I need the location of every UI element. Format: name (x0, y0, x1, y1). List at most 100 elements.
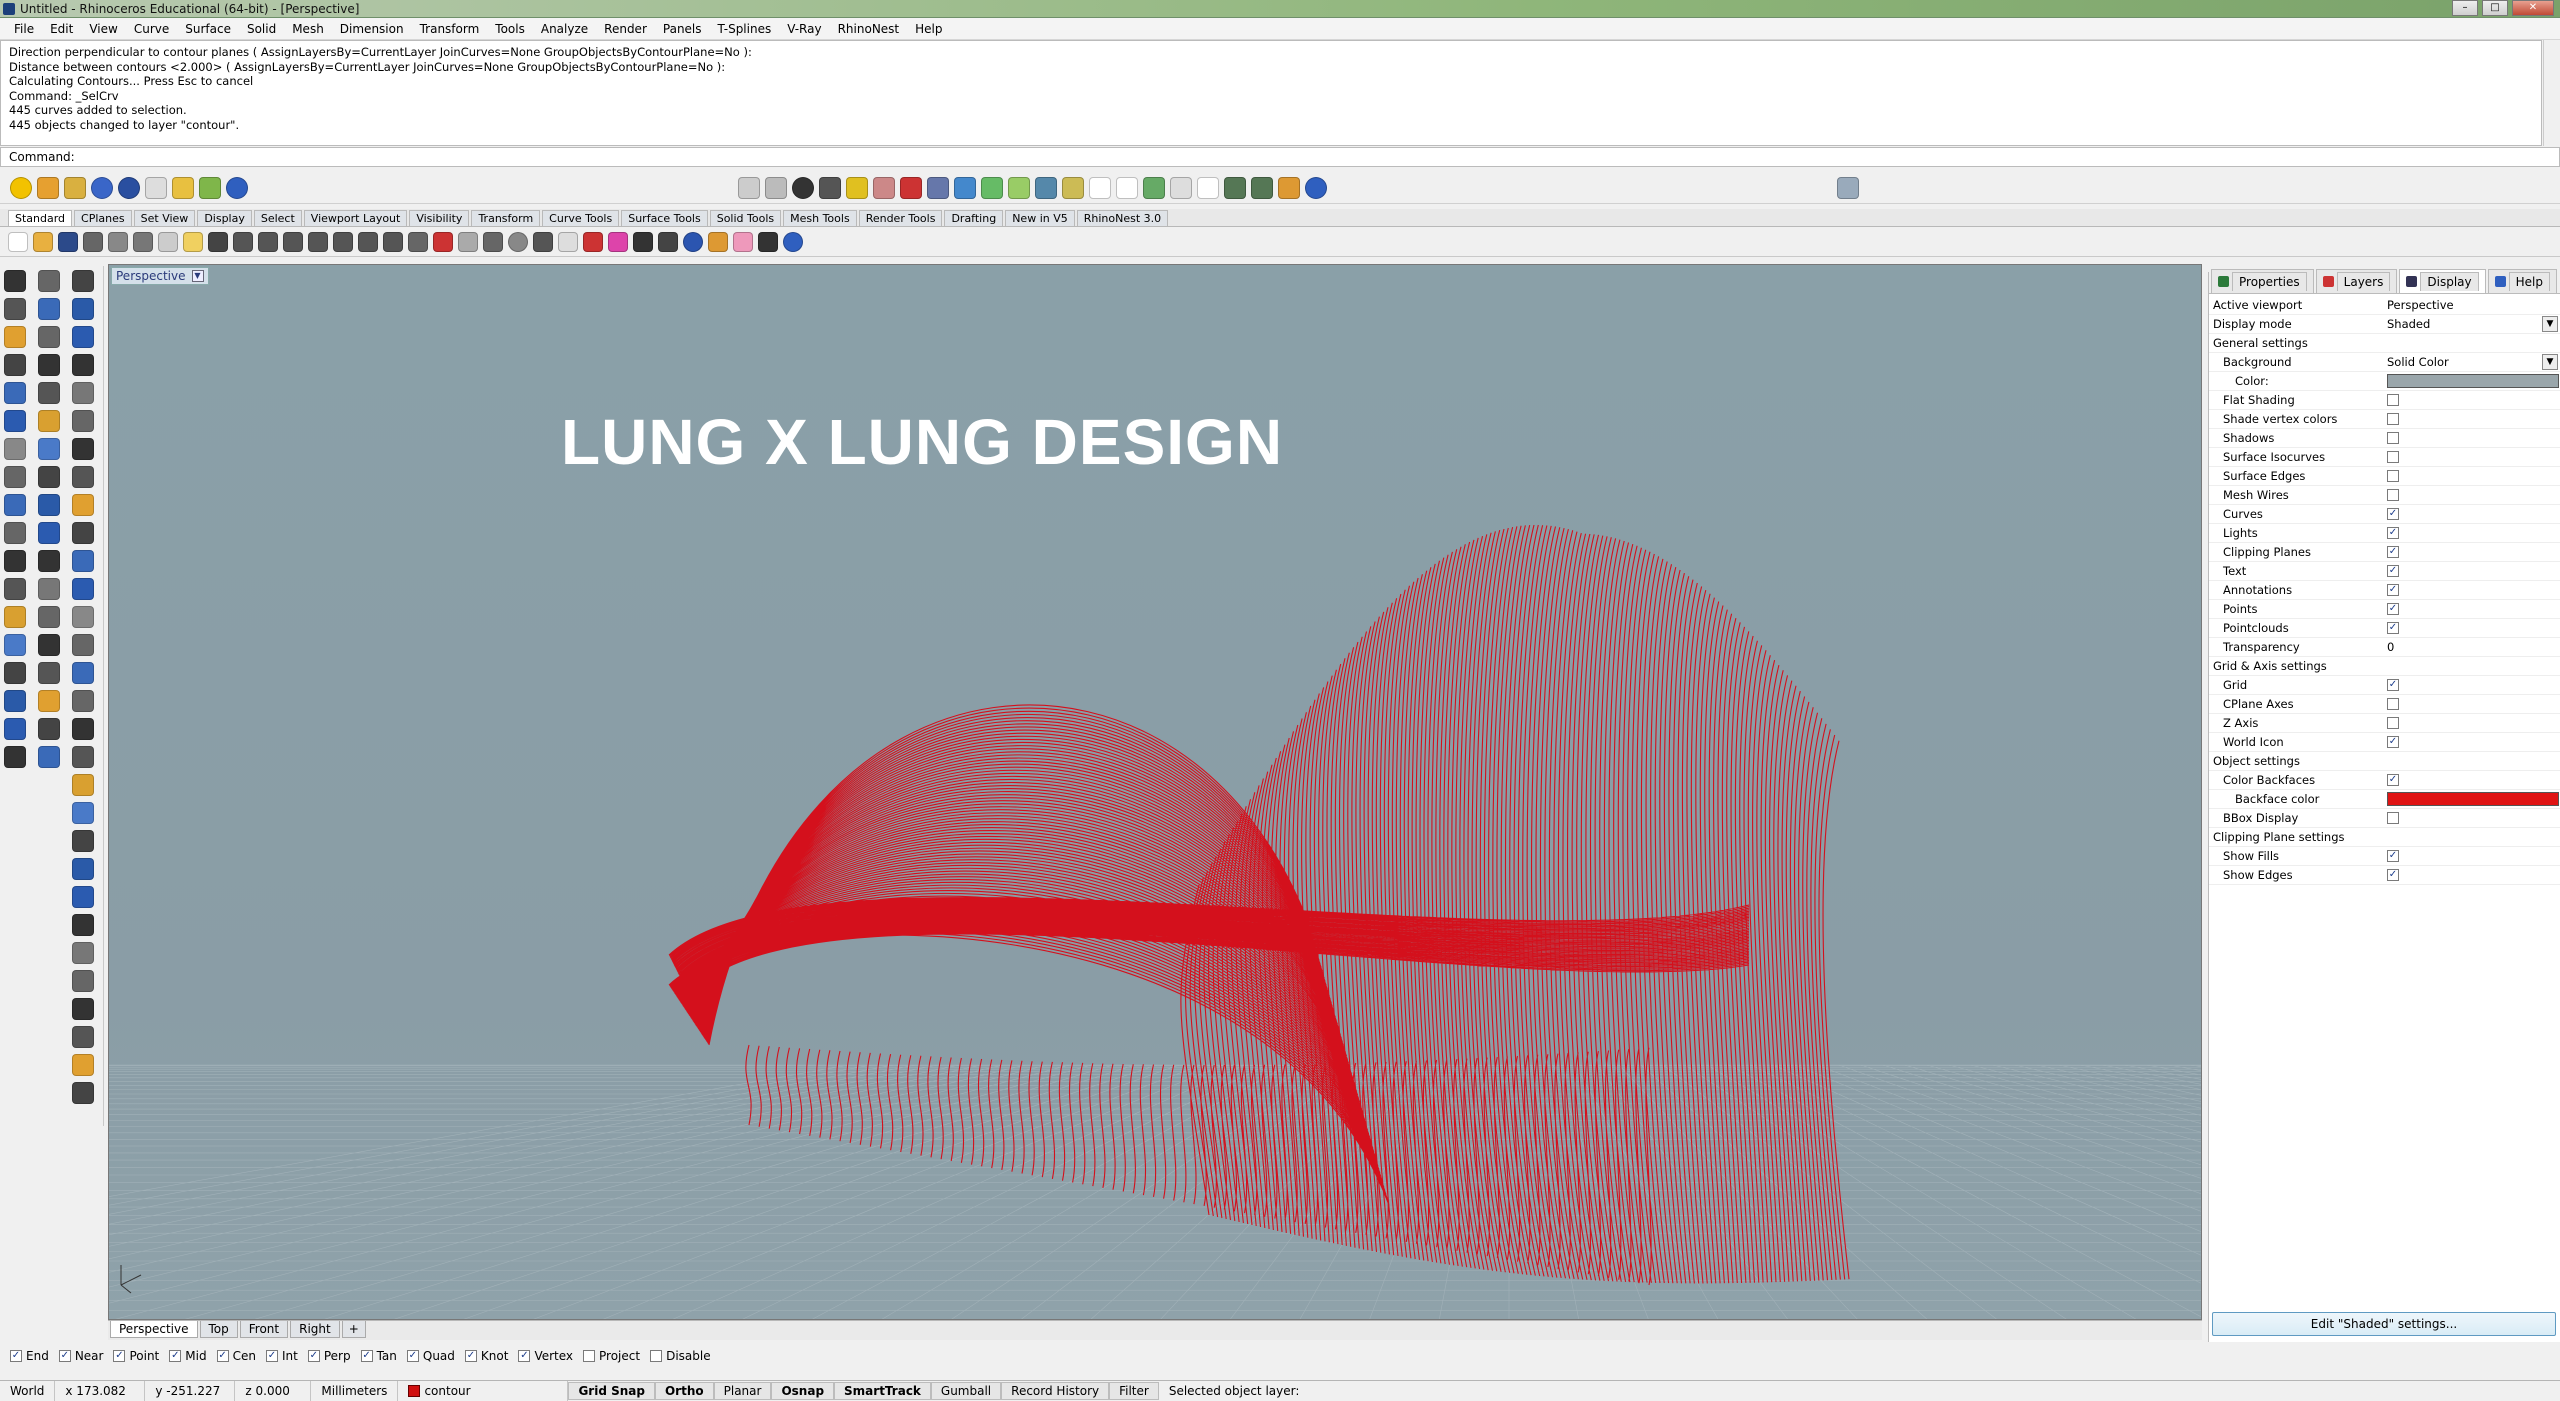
point-edit-icon[interactable] (458, 231, 478, 252)
nest-icon[interactable] (1278, 176, 1300, 199)
osnap-checkbox[interactable] (583, 1350, 596, 1362)
history-scrollbar[interactable] (2543, 40, 2560, 146)
property-checkbox[interactable] (2387, 432, 2399, 444)
plugin-tool-icon[interactable] (64, 176, 86, 199)
tab-render-tools[interactable]: Render Tools (858, 210, 943, 226)
plugin-m-icon[interactable] (10, 176, 32, 199)
tool-icon[interactable] (72, 494, 94, 516)
gumball-toggle[interactable]: Gumball (930, 1381, 1002, 1400)
tool-icon[interactable] (72, 326, 94, 348)
tool-icon[interactable] (38, 690, 60, 712)
tool-icon[interactable] (72, 970, 94, 992)
tool-icon[interactable] (72, 522, 94, 544)
menu-file[interactable]: File (6, 22, 42, 36)
property-checkbox[interactable]: ✓ (2387, 679, 2399, 691)
viewport-tab-right[interactable]: Right (290, 1321, 340, 1338)
osnap-checkbox[interactable]: ✓ (307, 1350, 320, 1362)
tool-icon[interactable] (72, 634, 94, 656)
zoom-extents-icon[interactable] (333, 231, 353, 252)
osnap-checkbox[interactable]: ✓ (360, 1350, 373, 1362)
tool-icon[interactable] (38, 606, 60, 628)
tool-icon[interactable] (4, 522, 26, 544)
osnap-int[interactable]: ✓ Int (265, 1349, 298, 1363)
tool-icon[interactable] (38, 410, 60, 432)
tool-icon[interactable] (72, 718, 94, 740)
tab-select[interactable]: Select (253, 210, 302, 226)
tool-icon[interactable] (72, 914, 94, 936)
tool-icon[interactable] (38, 326, 60, 348)
save-icon[interactable] (58, 231, 78, 252)
tool-icon[interactable] (38, 746, 60, 768)
tool-icon[interactable] (38, 270, 60, 292)
nest-icon[interactable] (1116, 176, 1138, 199)
osnap-end[interactable]: ✓ End (10, 1349, 49, 1363)
tool-icon[interactable] (72, 606, 94, 628)
property-checkbox[interactable]: ✓ (2387, 774, 2399, 786)
zoom-window-icon[interactable] (308, 231, 328, 252)
tool-icon[interactable] (38, 494, 60, 516)
tool-icon[interactable] (4, 382, 26, 404)
tab-drafting[interactable]: Drafting (944, 210, 1004, 226)
tool-icon[interactable] (72, 662, 94, 684)
print-icon[interactable] (83, 231, 103, 252)
osnap-checkbox[interactable]: ✓ (265, 1350, 278, 1362)
tool-icon[interactable] (4, 718, 26, 740)
property-checkbox[interactable] (2387, 413, 2399, 425)
nest-icon[interactable] (1224, 176, 1246, 199)
nest-icon[interactable] (1089, 176, 1111, 199)
copy-icon[interactable] (158, 231, 178, 252)
property-value[interactable]: 0 (2387, 640, 2394, 654)
tool-icon[interactable] (72, 550, 94, 572)
tool-icon[interactable] (38, 718, 60, 740)
tool-icon[interactable] (72, 298, 94, 320)
tool-icon[interactable] (38, 522, 60, 544)
tool-icon[interactable] (72, 382, 94, 404)
plugin-tool-icon[interactable] (199, 176, 221, 199)
osnap-checkbox[interactable]: ✓ (10, 1350, 22, 1362)
property-checkbox[interactable] (2387, 470, 2399, 482)
tab-new-in-v5[interactable]: New in V5 (1005, 210, 1075, 226)
tool-icon[interactable] (72, 466, 94, 488)
nest-icon[interactable] (765, 176, 787, 199)
panel-tab-help[interactable]: Help (2487, 269, 2557, 293)
color-swatch[interactable] (2387, 374, 2559, 388)
planar-toggle[interactable]: Planar (713, 1381, 772, 1400)
tool-icon[interactable] (72, 578, 94, 600)
osnap-cen[interactable]: ✓ Cen (216, 1349, 256, 1363)
nest-icon[interactable] (1143, 176, 1165, 199)
units-indicator[interactable]: Millimeters (311, 1380, 399, 1401)
dropdown-arrow-icon[interactable]: ▼ (2542, 316, 2558, 332)
shade-icon[interactable] (633, 231, 653, 252)
viewport-tab-front[interactable]: Front (239, 1321, 289, 1338)
cplane-indicator[interactable]: World (0, 1380, 56, 1401)
tool-icon[interactable] (4, 410, 26, 432)
nest-icon[interactable] (1170, 176, 1192, 199)
close-button[interactable]: ✕ (2512, 0, 2554, 16)
property-checkbox[interactable] (2387, 451, 2399, 463)
tool-icon[interactable] (72, 410, 94, 432)
menu-edit[interactable]: Edit (42, 22, 81, 36)
viewport-title[interactable]: Perspective ▼ (111, 267, 209, 285)
tool-icon[interactable] (4, 606, 26, 628)
tool-icon[interactable] (72, 942, 94, 964)
gear-icon[interactable] (733, 231, 753, 252)
tool-icon[interactable] (38, 298, 60, 320)
zoom-selected-icon[interactable] (358, 231, 378, 252)
new-icon[interactable] (8, 231, 28, 252)
property-checkbox[interactable]: ✓ (2387, 603, 2399, 615)
property-checkbox[interactable] (2387, 717, 2399, 729)
tool-icon[interactable] (4, 298, 26, 320)
menu-help[interactable]: Help (907, 22, 950, 36)
osnap-perp[interactable]: ✓ Perp (307, 1349, 351, 1363)
rotate-icon[interactable] (258, 231, 278, 252)
osnap-quad[interactable]: ✓ Quad (406, 1349, 455, 1363)
tab-visibility[interactable]: Visibility (409, 210, 470, 226)
osnap-mid[interactable]: ✓ Mid (169, 1349, 207, 1363)
osnap-checkbox[interactable]: ✓ (216, 1350, 229, 1362)
nest-icon[interactable] (1035, 176, 1057, 199)
grid-icon[interactable] (408, 231, 428, 252)
tool-icon[interactable] (4, 466, 26, 488)
menu-analyze[interactable]: Analyze (533, 22, 596, 36)
osnap-vertex[interactable]: ✓ Vertex (518, 1349, 573, 1363)
render-r-icon[interactable] (91, 176, 113, 199)
